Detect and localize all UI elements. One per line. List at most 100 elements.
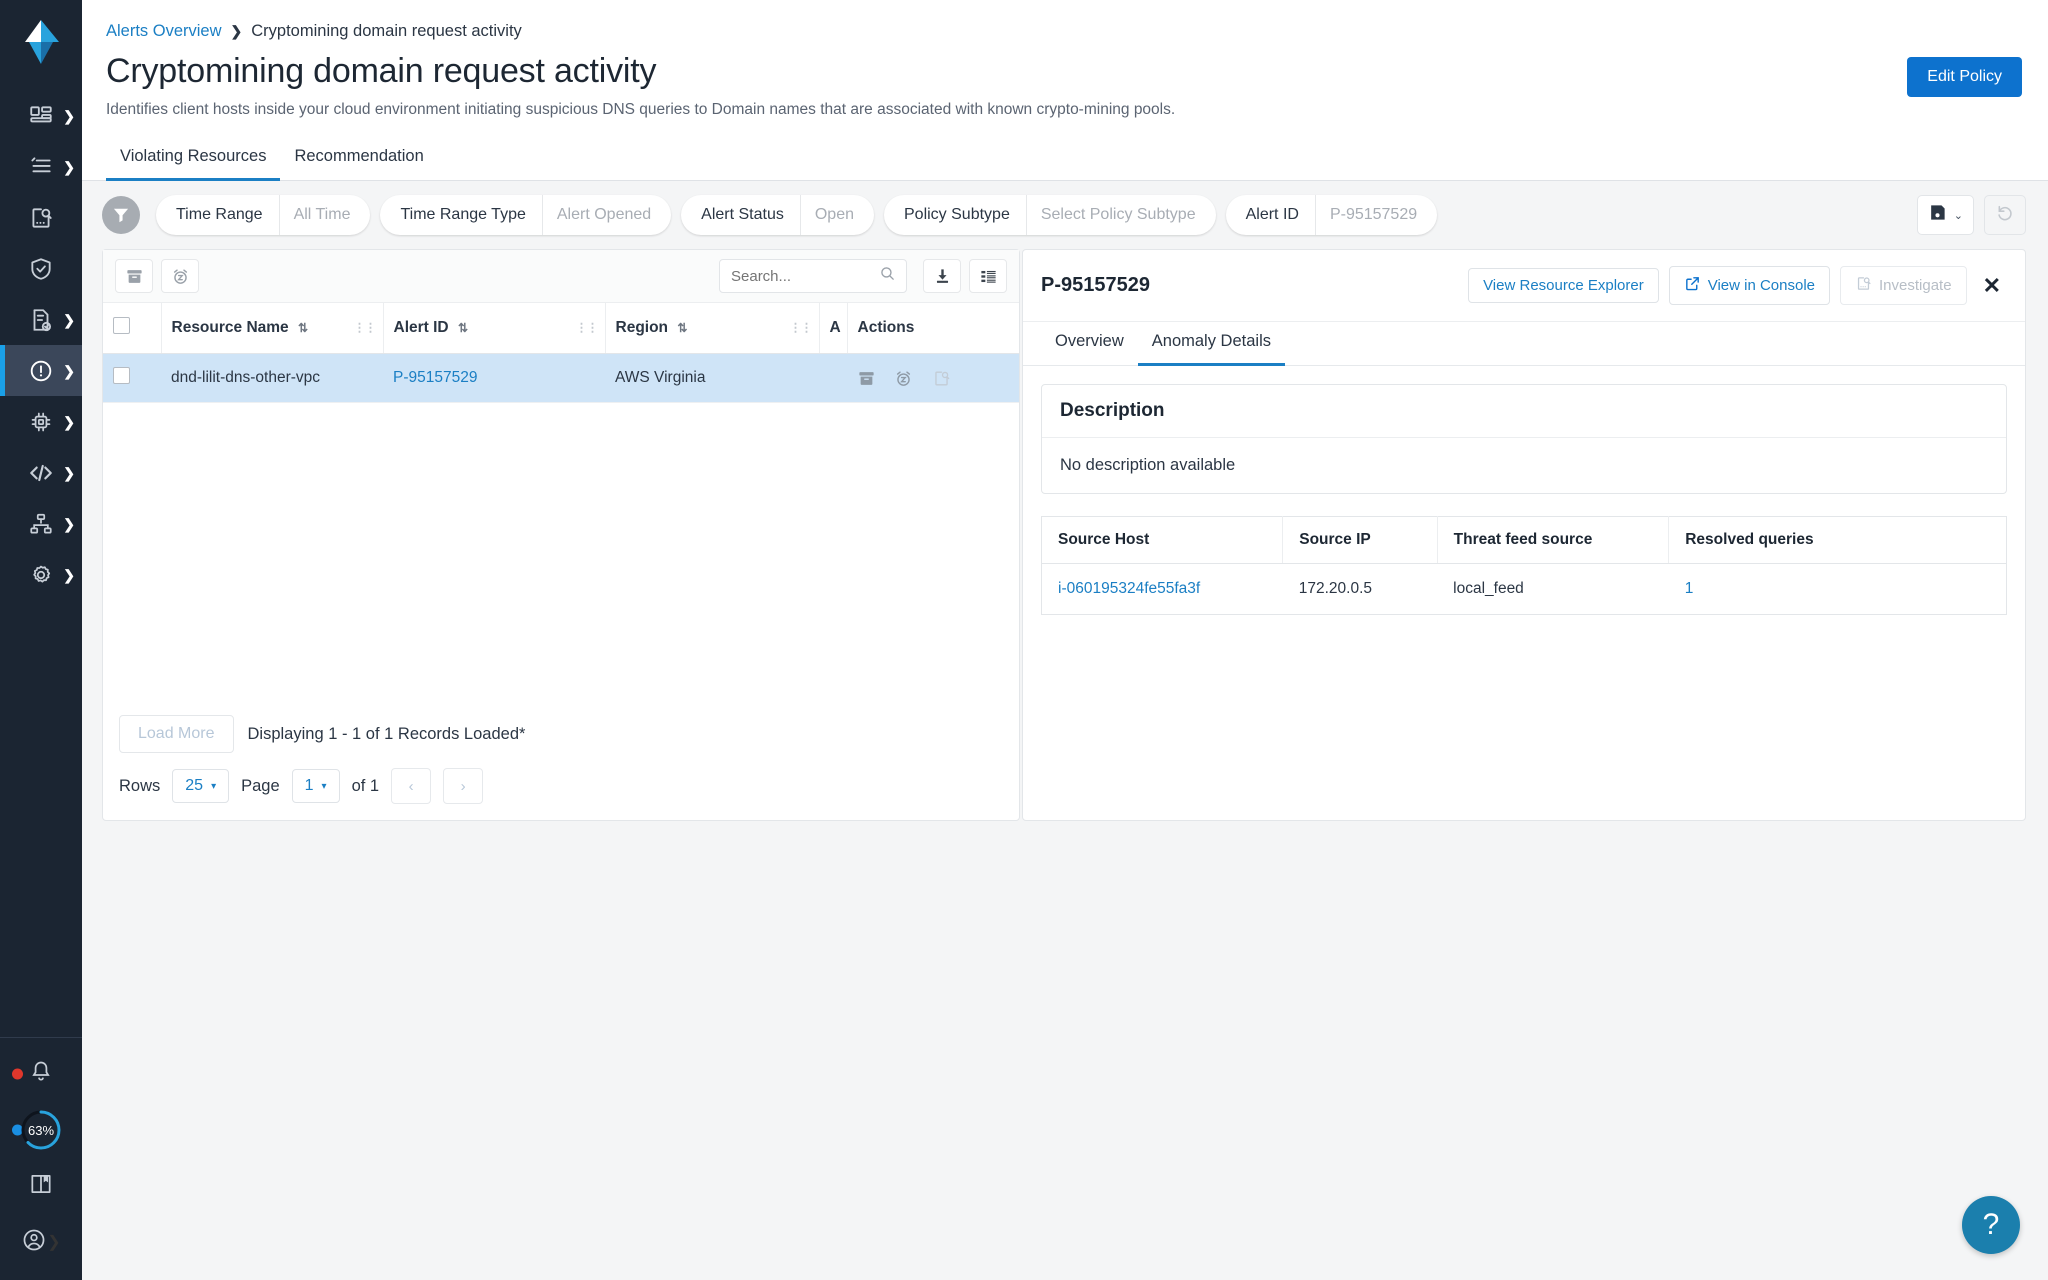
- breadcrumb-separator-icon: ❯: [230, 23, 243, 39]
- page-header: Alerts Overview ❯ Cryptomining domain re…: [82, 0, 2048, 120]
- column-header-resource-name[interactable]: Resource Name ⇅ ⋮⋮: [161, 303, 384, 355]
- column-header-truncated[interactable]: A: [819, 303, 848, 355]
- anomaly-cell-resolved-queries: 1: [1669, 564, 2007, 615]
- resources-table: Resource Name ⇅ ⋮⋮ Alert ID ⇅ ⋮⋮ Region …: [103, 303, 1019, 404]
- filter-chip-time-range-type[interactable]: Time Range Type Alert Opened: [380, 195, 672, 236]
- funnel-icon[interactable]: [102, 196, 140, 235]
- sidebar-item-investigate[interactable]: [0, 192, 82, 243]
- filter-chip-policy-subtype[interactable]: Policy Subtype Select Policy Subtype: [884, 195, 1216, 236]
- download-button[interactable]: [923, 259, 961, 294]
- view-resource-explorer-button[interactable]: View Resource Explorer: [1468, 268, 1659, 304]
- row-archive-icon[interactable]: [857, 369, 876, 388]
- content-split: Resource Name ⇅ ⋮⋮ Alert ID ⇅ ⋮⋮: [82, 249, 2048, 822]
- report-check-icon: [28, 307, 54, 333]
- help-button[interactable]: ?: [1962, 1196, 2020, 1254]
- alert-id-link[interactable]: P-95157529: [393, 369, 477, 386]
- filter-chip-time-range[interactable]: Time Range All Time: [156, 195, 371, 236]
- save-filter-button[interactable]: ⌄: [1916, 195, 1974, 236]
- docs-button[interactable]: [0, 1158, 82, 1214]
- chip-icon: [28, 409, 54, 435]
- table-row[interactable]: dnd-lilit-dns-other-vpc P-95157529 AWS V…: [103, 353, 1019, 404]
- next-page-button[interactable]: ›: [443, 768, 484, 805]
- column-label: Region: [615, 319, 669, 337]
- detail-tab-overview[interactable]: Overview: [1041, 322, 1138, 366]
- sidebar-item-compliance[interactable]: ❯: [0, 294, 82, 345]
- sidebar-item-compute[interactable]: ❯: [0, 396, 82, 447]
- app-root: ❯ ❯ ❯ ❯ ❯ ❯ ❯ ❯ 63% ❯ Alerts Overview ❯ …: [0, 0, 2048, 1280]
- rows-per-page-select[interactable]: 25 ▾: [172, 769, 230, 804]
- filter-chip-alert-status[interactable]: Alert Status Open: [681, 195, 874, 236]
- sort-icon[interactable]: ⇅: [298, 321, 308, 335]
- notification-dot: [12, 1068, 23, 1080]
- column-settings-button[interactable]: [969, 259, 1007, 294]
- alert-detail-panel: P-95157529 View Resource Explorer View i…: [1022, 249, 2026, 822]
- row-investigate-icon: [932, 369, 951, 388]
- filter-key: Policy Subtype: [904, 206, 1010, 224]
- breadcrumb-current: Cryptomining domain request activity: [251, 22, 522, 40]
- snooze-button[interactable]: [161, 259, 199, 294]
- chevron-right-icon: ❯: [63, 464, 75, 481]
- onboarding-progress[interactable]: 63%: [0, 1102, 82, 1158]
- detail-tabs: Overview Anomaly Details: [1023, 322, 2025, 367]
- source-host-link[interactable]: i-060195324fe55fa3f: [1058, 580, 1200, 597]
- anomaly-table-row: i-060195324fe55fa3f 172.20.0.5 local_fee…: [1042, 564, 2007, 615]
- table-footer: Load More Displaying 1 - 1 of 1 Records …: [103, 701, 1019, 820]
- filter-bar: Time Range All Time Time Range Type Aler…: [82, 181, 2048, 249]
- sidebar-item-alerts[interactable]: ❯: [0, 345, 82, 396]
- app-logo[interactable]: [0, 0, 82, 84]
- anomaly-table-head: Source Host Source IP Threat feed source…: [1041, 516, 2007, 565]
- gear-icon: [28, 562, 54, 588]
- breadcrumb-alerts-overview[interactable]: Alerts Overview: [106, 22, 222, 41]
- chevron-right-icon: ❯: [63, 311, 75, 328]
- column-header-alert-id[interactable]: Alert ID ⇅ ⋮⋮: [383, 303, 606, 355]
- sidebar-item-dashboard[interactable]: ❯: [0, 90, 82, 141]
- tab-violating-resources[interactable]: Violating Resources: [106, 137, 281, 182]
- anomaly-cell-threat-feed-source: local_feed: [1453, 580, 1524, 598]
- sidebar-item-code-security[interactable]: ❯: [0, 447, 82, 498]
- profile-button[interactable]: ❯: [0, 1214, 82, 1270]
- row-snooze-icon[interactable]: [894, 369, 913, 388]
- column-resize-grip[interactable]: ⋮⋮: [354, 322, 377, 334]
- sidebar-bottom: 63% ❯: [0, 1037, 82, 1280]
- filter-chip-alert-id[interactable]: Alert ID P-95157529: [1225, 195, 1438, 236]
- notifications-button[interactable]: [0, 1046, 82, 1102]
- sidebar-item-network[interactable]: ❯: [0, 498, 82, 549]
- investigate-search-icon: [1855, 275, 1872, 296]
- edit-policy-button[interactable]: Edit Policy: [1907, 57, 2022, 97]
- filter-key: Alert Status: [701, 206, 784, 224]
- filter-key: Time Range: [176, 206, 263, 224]
- column-resize-grip[interactable]: ⋮⋮: [576, 322, 599, 334]
- resolved-queries-link[interactable]: 1: [1685, 580, 1694, 597]
- dashboard-icon: [28, 103, 54, 129]
- sort-icon[interactable]: ⇅: [458, 321, 468, 335]
- tab-recommendation[interactable]: Recommendation: [280, 137, 437, 181]
- view-in-console-button[interactable]: View in Console: [1668, 266, 1831, 306]
- search-input[interactable]: [719, 259, 907, 294]
- select-all-checkbox[interactable]: [113, 317, 130, 335]
- table-header-row: Resource Name ⇅ ⋮⋮ Alert ID ⇅ ⋮⋮ Region …: [103, 303, 1019, 355]
- table-body: dnd-lilit-dns-other-vpc P-95157529 AWS V…: [103, 353, 1019, 404]
- network-topology-icon: [28, 511, 54, 537]
- column-header-region[interactable]: Region ⇅ ⋮⋮: [605, 303, 820, 355]
- close-icon[interactable]: ✕: [1977, 274, 2007, 297]
- sidebar-item-policies[interactable]: [0, 243, 82, 294]
- prev-page-button[interactable]: ‹: [391, 768, 432, 805]
- archive-button[interactable]: [115, 259, 153, 294]
- cell-truncated: [819, 353, 847, 404]
- reset-filters-button[interactable]: [1984, 195, 2026, 236]
- sidebar-item-inventory[interactable]: ❯: [0, 141, 82, 192]
- filter-value: P-95157529: [1314, 195, 1437, 236]
- book-icon: [28, 1171, 54, 1202]
- title-row: Cryptomining domain request activity Ide…: [106, 52, 2022, 119]
- rows-label: Rows: [119, 776, 161, 795]
- detail-tab-anomaly-details[interactable]: Anomaly Details: [1137, 322, 1285, 367]
- row-checkbox[interactable]: [113, 367, 130, 385]
- breadcrumb: Alerts Overview ❯ Cryptomining domain re…: [106, 22, 2022, 41]
- load-more-button[interactable]: Load More: [119, 715, 234, 754]
- sort-icon[interactable]: ⇅: [677, 321, 687, 335]
- column-resize-grip[interactable]: ⋮⋮: [790, 322, 813, 334]
- sidebar-item-settings[interactable]: ❯: [0, 549, 82, 600]
- description-heading: Description: [1042, 385, 2006, 439]
- filter-value: Select Policy Subtype: [1025, 195, 1216, 236]
- page-select[interactable]: 1 ▾: [291, 769, 340, 804]
